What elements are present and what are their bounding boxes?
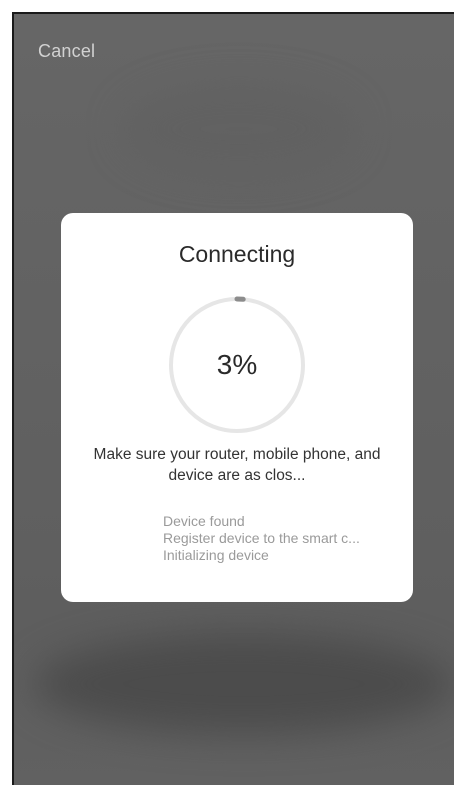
progress-ring: 3%	[167, 295, 307, 435]
step-device-found: Device found	[163, 513, 245, 529]
connection-hint-text: Make sure your router, mobile phone, and…	[93, 446, 381, 484]
progress-percent-label: 3%	[216, 349, 258, 380]
connection-steps-list: Device found Register device to the smar…	[163, 513, 413, 564]
connecting-dialog: Connecting 3% Make sure your router, mob…	[61, 213, 413, 602]
step-initializing-device: Initializing device	[163, 547, 269, 563]
background-content-blur	[124, 84, 354, 174]
app-screen: Cancel Connecting 3% Make sure your rout…	[12, 12, 454, 785]
cancel-button[interactable]: Cancel	[38, 41, 95, 62]
step-register-device: Register device to the smart c...	[163, 530, 360, 546]
background-content-blur	[34, 634, 454, 734]
dialog-title: Connecting	[178, 241, 296, 267]
